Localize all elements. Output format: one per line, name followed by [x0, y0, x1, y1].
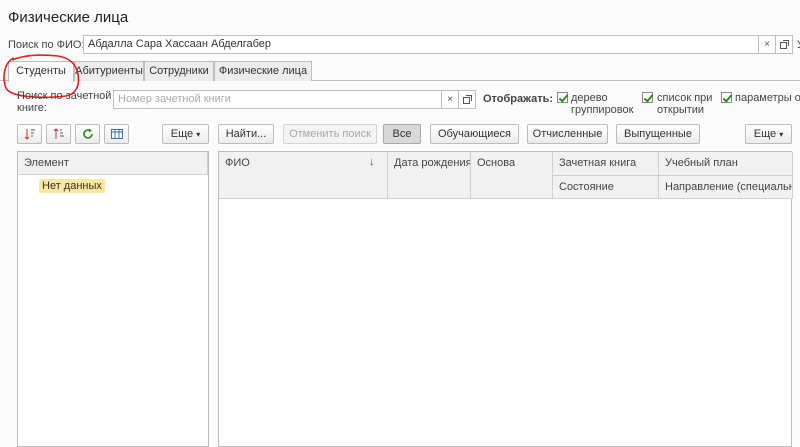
clear-icon: × [447, 94, 453, 105]
empty-label: Нет данных [39, 179, 105, 193]
display-label: Отображать: [483, 93, 554, 105]
refresh-icon [82, 128, 93, 139]
col-header-birth-date[interactable]: Дата рождения [388, 152, 471, 199]
table-settings-icon [110, 129, 123, 139]
sort-arrow-icon: ↓ [369, 156, 375, 168]
find-button[interactable]: Найти... [218, 124, 274, 144]
students-grid[interactable]: ФИО ↓ Дата рождения Основа Зачетная книг… [218, 151, 793, 447]
record-book-input[interactable]: Номер зачетной книги [113, 90, 442, 109]
option-parameters-line1: параметры от [735, 92, 800, 104]
left-more-label: Еще [170, 128, 194, 140]
open-window-icon [462, 95, 472, 104]
col-header-study-plan[interactable]: Учебный план [659, 152, 793, 176]
group-tree-panel[interactable]: Элемент Нет данных [17, 151, 209, 447]
option-list-on-open-line2: открытии [657, 104, 705, 116]
open-window-icon [779, 40, 789, 49]
record-book-label-line2: книге: [17, 102, 47, 114]
sort-ascending-button[interactable] [17, 124, 42, 144]
checkbox-list-on-open[interactable] [642, 92, 653, 103]
option-list-on-open-line1: список при [657, 92, 713, 104]
page-title: Физические лица [8, 9, 129, 26]
col-header-fio[interactable]: ФИО [219, 152, 388, 199]
left-more-button[interactable]: Еще ▾ [162, 124, 209, 144]
option-group-tree-line1: дерево [571, 92, 608, 104]
checkbox-group-tree[interactable] [557, 92, 568, 103]
clear-search-button[interactable]: × [758, 35, 776, 54]
refresh-button[interactable] [75, 124, 100, 144]
main-more-label: Еще [753, 128, 777, 140]
tree-header-element: Элемент [18, 152, 208, 175]
clear-record-book-button[interactable]: × [441, 90, 459, 109]
chevron-down-icon: ▾ [196, 130, 201, 139]
option-group-tree-line2: группировок [571, 104, 634, 116]
filter-all-button[interactable]: Все [383, 124, 421, 144]
record-book-label-line1: Поиск по зачетной [17, 90, 112, 102]
col-header-basis[interactable]: Основа [471, 152, 553, 199]
clear-icon: × [764, 39, 770, 50]
col-header-status[interactable]: Состояние [553, 176, 659, 199]
sort-descending-button[interactable] [46, 124, 71, 144]
filter-graduated-button[interactable]: Выпущенные [616, 124, 700, 144]
col-fio-label: ФИО [225, 157, 250, 169]
tab-employees[interactable]: Сотрудники [144, 61, 214, 81]
open-search-button[interactable] [775, 35, 793, 54]
col-header-record-book[interactable]: Зачетная книга [553, 152, 659, 176]
sort-descending-icon [53, 128, 64, 139]
open-record-book-button[interactable] [458, 90, 476, 109]
filter-expelled-button[interactable]: Отчисленные [527, 124, 608, 144]
tree-empty-message: Нет данных [39, 179, 105, 193]
cancel-search-button[interactable]: Отменить поиск [283, 124, 377, 144]
chevron-down-icon: ▾ [779, 130, 784, 139]
search-label: Поиск по ФИО: [8, 39, 85, 51]
col-header-direction[interactable]: Направление (специальность) [659, 176, 793, 199]
search-input[interactable]: Абдалла Сара Хассаан Абделгабер [83, 35, 759, 54]
filter-students-button[interactable]: Обучающиеся [430, 124, 519, 144]
checkbox-parameters[interactable] [721, 92, 732, 103]
main-more-button[interactable]: Еще ▾ [745, 124, 792, 144]
sort-ascending-icon [24, 129, 35, 140]
table-settings-button[interactable] [104, 124, 129, 144]
tab-individuals[interactable]: Физические лица [214, 61, 312, 81]
